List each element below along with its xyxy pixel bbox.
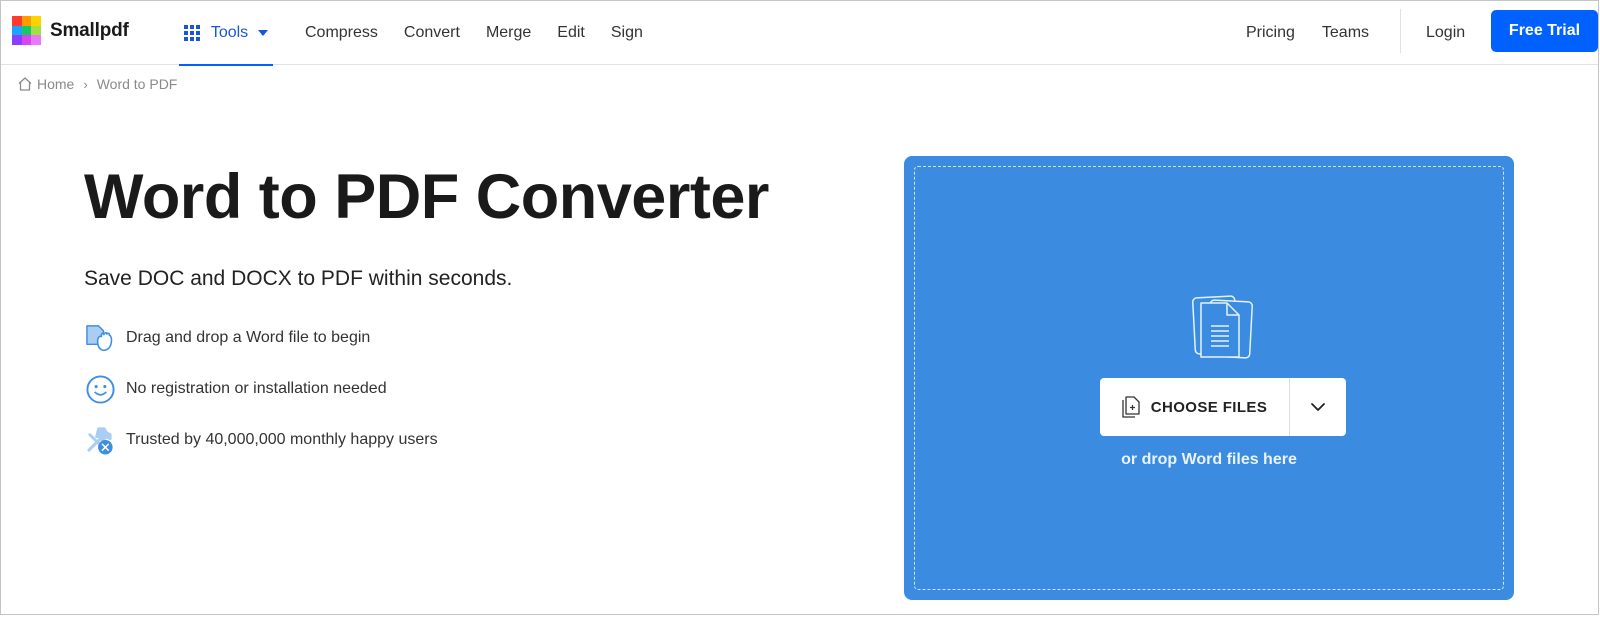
browser-frame: Smallpdf Tools Compress Convert Merge Ed…	[0, 0, 1599, 615]
nav-compress[interactable]: Compress	[305, 24, 378, 42]
apps-grid-icon	[183, 25, 200, 41]
nav-teams[interactable]: Teams	[1322, 24, 1369, 42]
page-title: Word to PDF Converter	[84, 162, 769, 232]
page-subtitle: Save DOC and DOCX to PDF within seconds.	[84, 267, 513, 290]
header-divider	[1400, 9, 1401, 53]
login-link[interactable]: Login	[1426, 1, 1465, 65]
feature-text: No registration or installation needed	[126, 380, 387, 397]
nav-sign[interactable]: Sign	[611, 24, 643, 42]
caret-down-icon	[258, 30, 269, 36]
nav-merge[interactable]: Merge	[486, 24, 531, 42]
feature-text: Drag and drop a Word file to begin	[126, 329, 371, 346]
smiley-icon	[86, 374, 115, 404]
logo-tile	[12, 16, 22, 26]
tools-label: Tools	[210, 24, 249, 41]
logo-tile	[12, 35, 22, 45]
feature-item: Trusted by 40,000,000 monthly happy user…	[85, 425, 438, 455]
smallpdf-logo-icon	[12, 16, 41, 45]
drop-hint: or drop Word files here	[1121, 451, 1297, 468]
breadcrumb: Home › Word to PDF	[17, 76, 177, 92]
choose-files-label: CHOOSE FILES	[1150, 398, 1268, 416]
upload-source-dropdown[interactable]	[1290, 378, 1346, 436]
feature-text: Trusted by 40,000,000 monthly happy user…	[126, 431, 438, 448]
documents-icon	[1192, 295, 1253, 359]
logo-tile	[12, 25, 22, 36]
choose-files-group: CHOOSE FILES	[1100, 378, 1346, 436]
logo-tile	[31, 25, 41, 36]
file-dropzone[interactable]: CHOOSE FILES or drop Word files here	[904, 156, 1514, 600]
brand-name: Smallpdf	[50, 19, 129, 41]
nav-convert[interactable]: Convert	[404, 24, 460, 42]
chevron-down-icon	[1311, 403, 1325, 411]
breadcrumb-separator: ›	[83, 76, 88, 92]
tools-badge-icon	[87, 426, 113, 455]
home-icon	[18, 77, 32, 91]
tools-menu-button[interactable]: Tools	[179, 1, 273, 66]
breadcrumb-home[interactable]: Home	[37, 76, 74, 92]
main-nav: Compress Convert Merge Edit Sign	[305, 1, 669, 65]
free-trial-button[interactable]: Free Trial	[1491, 10, 1598, 52]
logo-tile	[21, 25, 32, 36]
choose-files-button[interactable]: CHOOSE FILES	[1100, 378, 1290, 436]
feature-item: Drag and drop a Word file to begin	[85, 323, 438, 353]
feature-list: Drag and drop a Word file to begin No re…	[85, 323, 438, 476]
breadcrumb-current: Word to PDF	[96, 76, 178, 92]
logo-tile	[21, 16, 32, 26]
add-file-icon	[1122, 396, 1140, 418]
logo-link[interactable]: Smallpdf	[12, 16, 129, 45]
logo-tile	[31, 35, 41, 45]
logo-tile	[21, 35, 32, 45]
logo-tile	[31, 16, 41, 26]
dropzone-dashed-border: CHOOSE FILES or drop Word files here	[914, 166, 1504, 590]
drag-drop-icon	[86, 324, 113, 351]
feature-item: No registration or installation needed	[85, 374, 438, 404]
nav-pricing[interactable]: Pricing	[1246, 24, 1295, 42]
secondary-nav: Pricing Teams	[1246, 1, 1396, 65]
site-header: Smallpdf Tools Compress Convert Merge Ed…	[1, 1, 1598, 66]
nav-edit[interactable]: Edit	[557, 24, 585, 42]
